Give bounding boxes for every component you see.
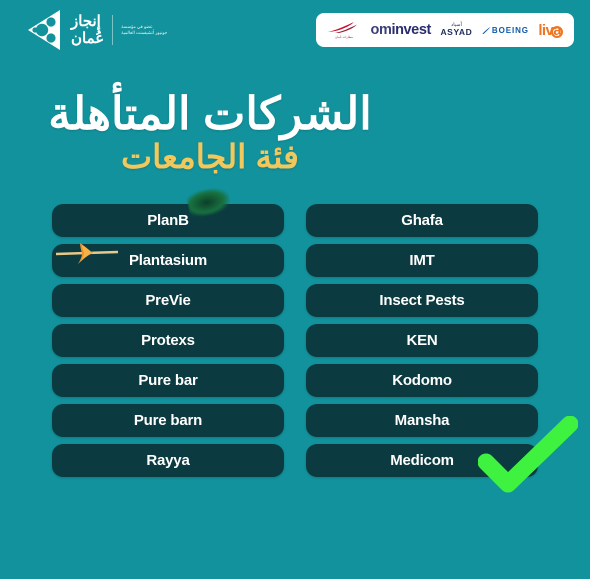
sponsor-ominvest: om invest [370, 22, 431, 38]
sponsor-oman-airports: مطارات عُمان [327, 21, 361, 39]
company-pill[interactable]: Pure barn [52, 404, 284, 437]
company-pill[interactable]: KEN [306, 324, 538, 357]
sponsor-liva: liva [538, 22, 563, 39]
sponsor-ominvest-label-bold: invest [391, 22, 431, 38]
brand-divider [112, 15, 114, 45]
company-pill[interactable]: Medicom [306, 444, 538, 477]
sierpinski-triangle-logo-icon [28, 10, 60, 50]
oman-airports-swoosh-icon [328, 22, 357, 33]
brand-lockup: إنجاز عُمان عضو في مؤسسة جونيور أتشيفمنت… [22, 7, 167, 53]
company-pill[interactable]: Ghafa [306, 204, 538, 237]
brand-name-line2: عُمان [71, 30, 105, 47]
brand-tagline-line2: جونيور أتشيفمنت العالمية [121, 30, 168, 35]
company-pill[interactable]: Kodomo [306, 364, 538, 397]
company-column-right: Ghafa IMT Insect Pests KEN Kodomo Mansha… [306, 204, 538, 477]
brand-name: إنجاز عُمان [71, 9, 105, 51]
company-pill[interactable]: PlanB [52, 204, 284, 237]
sponsor-strip: مطارات عُمان om invest أسياد ASYAD BOEING… [316, 13, 574, 47]
company-pill[interactable]: Pure bar [52, 364, 284, 397]
company-pill[interactable]: PreVie [52, 284, 284, 317]
company-pill[interactable]: Protexs [52, 324, 284, 357]
poster-root: { "brand": { "name_line1": "إنجاز", "nam… [0, 0, 590, 579]
sponsor-ominvest-label-light: om [370, 22, 392, 38]
sponsor-boeing: BOEING [482, 26, 529, 35]
sponsor-oman-airports-label: مطارات عُمان [334, 35, 354, 39]
qualified-companies-grid: PlanB Plantasium PreVie Protexs Pure bar… [52, 204, 538, 477]
orange-arrow-brush-icon [56, 243, 118, 264]
company-pill[interactable]: Insect Pests [306, 284, 538, 317]
company-pill[interactable]: Mansha [306, 404, 538, 437]
sponsor-boeing-label: BOEING [491, 25, 529, 35]
headline-block: الشركات المتأهلة فئة الجامعات [0, 86, 420, 264]
brand-name-line1: إنجاز [71, 13, 101, 30]
brand-tagline: عضو في مؤسسة جونيور أتشيفمنت العالمية [121, 24, 167, 36]
headline-line-1: الشركات المتأهلة [48, 88, 372, 139]
top-bar: إنجاز عُمان عضو في مؤسسة جونيور أتشيفمنت… [0, 0, 590, 62]
headline-line-2: فئة الجامعات [121, 138, 299, 175]
company-pill[interactable]: IMT [306, 244, 538, 277]
company-pill[interactable]: Rayya [52, 444, 284, 477]
boeing-swoosh-icon [482, 26, 491, 34]
liva-ring-icon [550, 25, 563, 38]
sponsor-asyad: أسياد ASYAD [440, 23, 472, 37]
sponsor-asyad-label-en: ASYAD [440, 27, 473, 37]
